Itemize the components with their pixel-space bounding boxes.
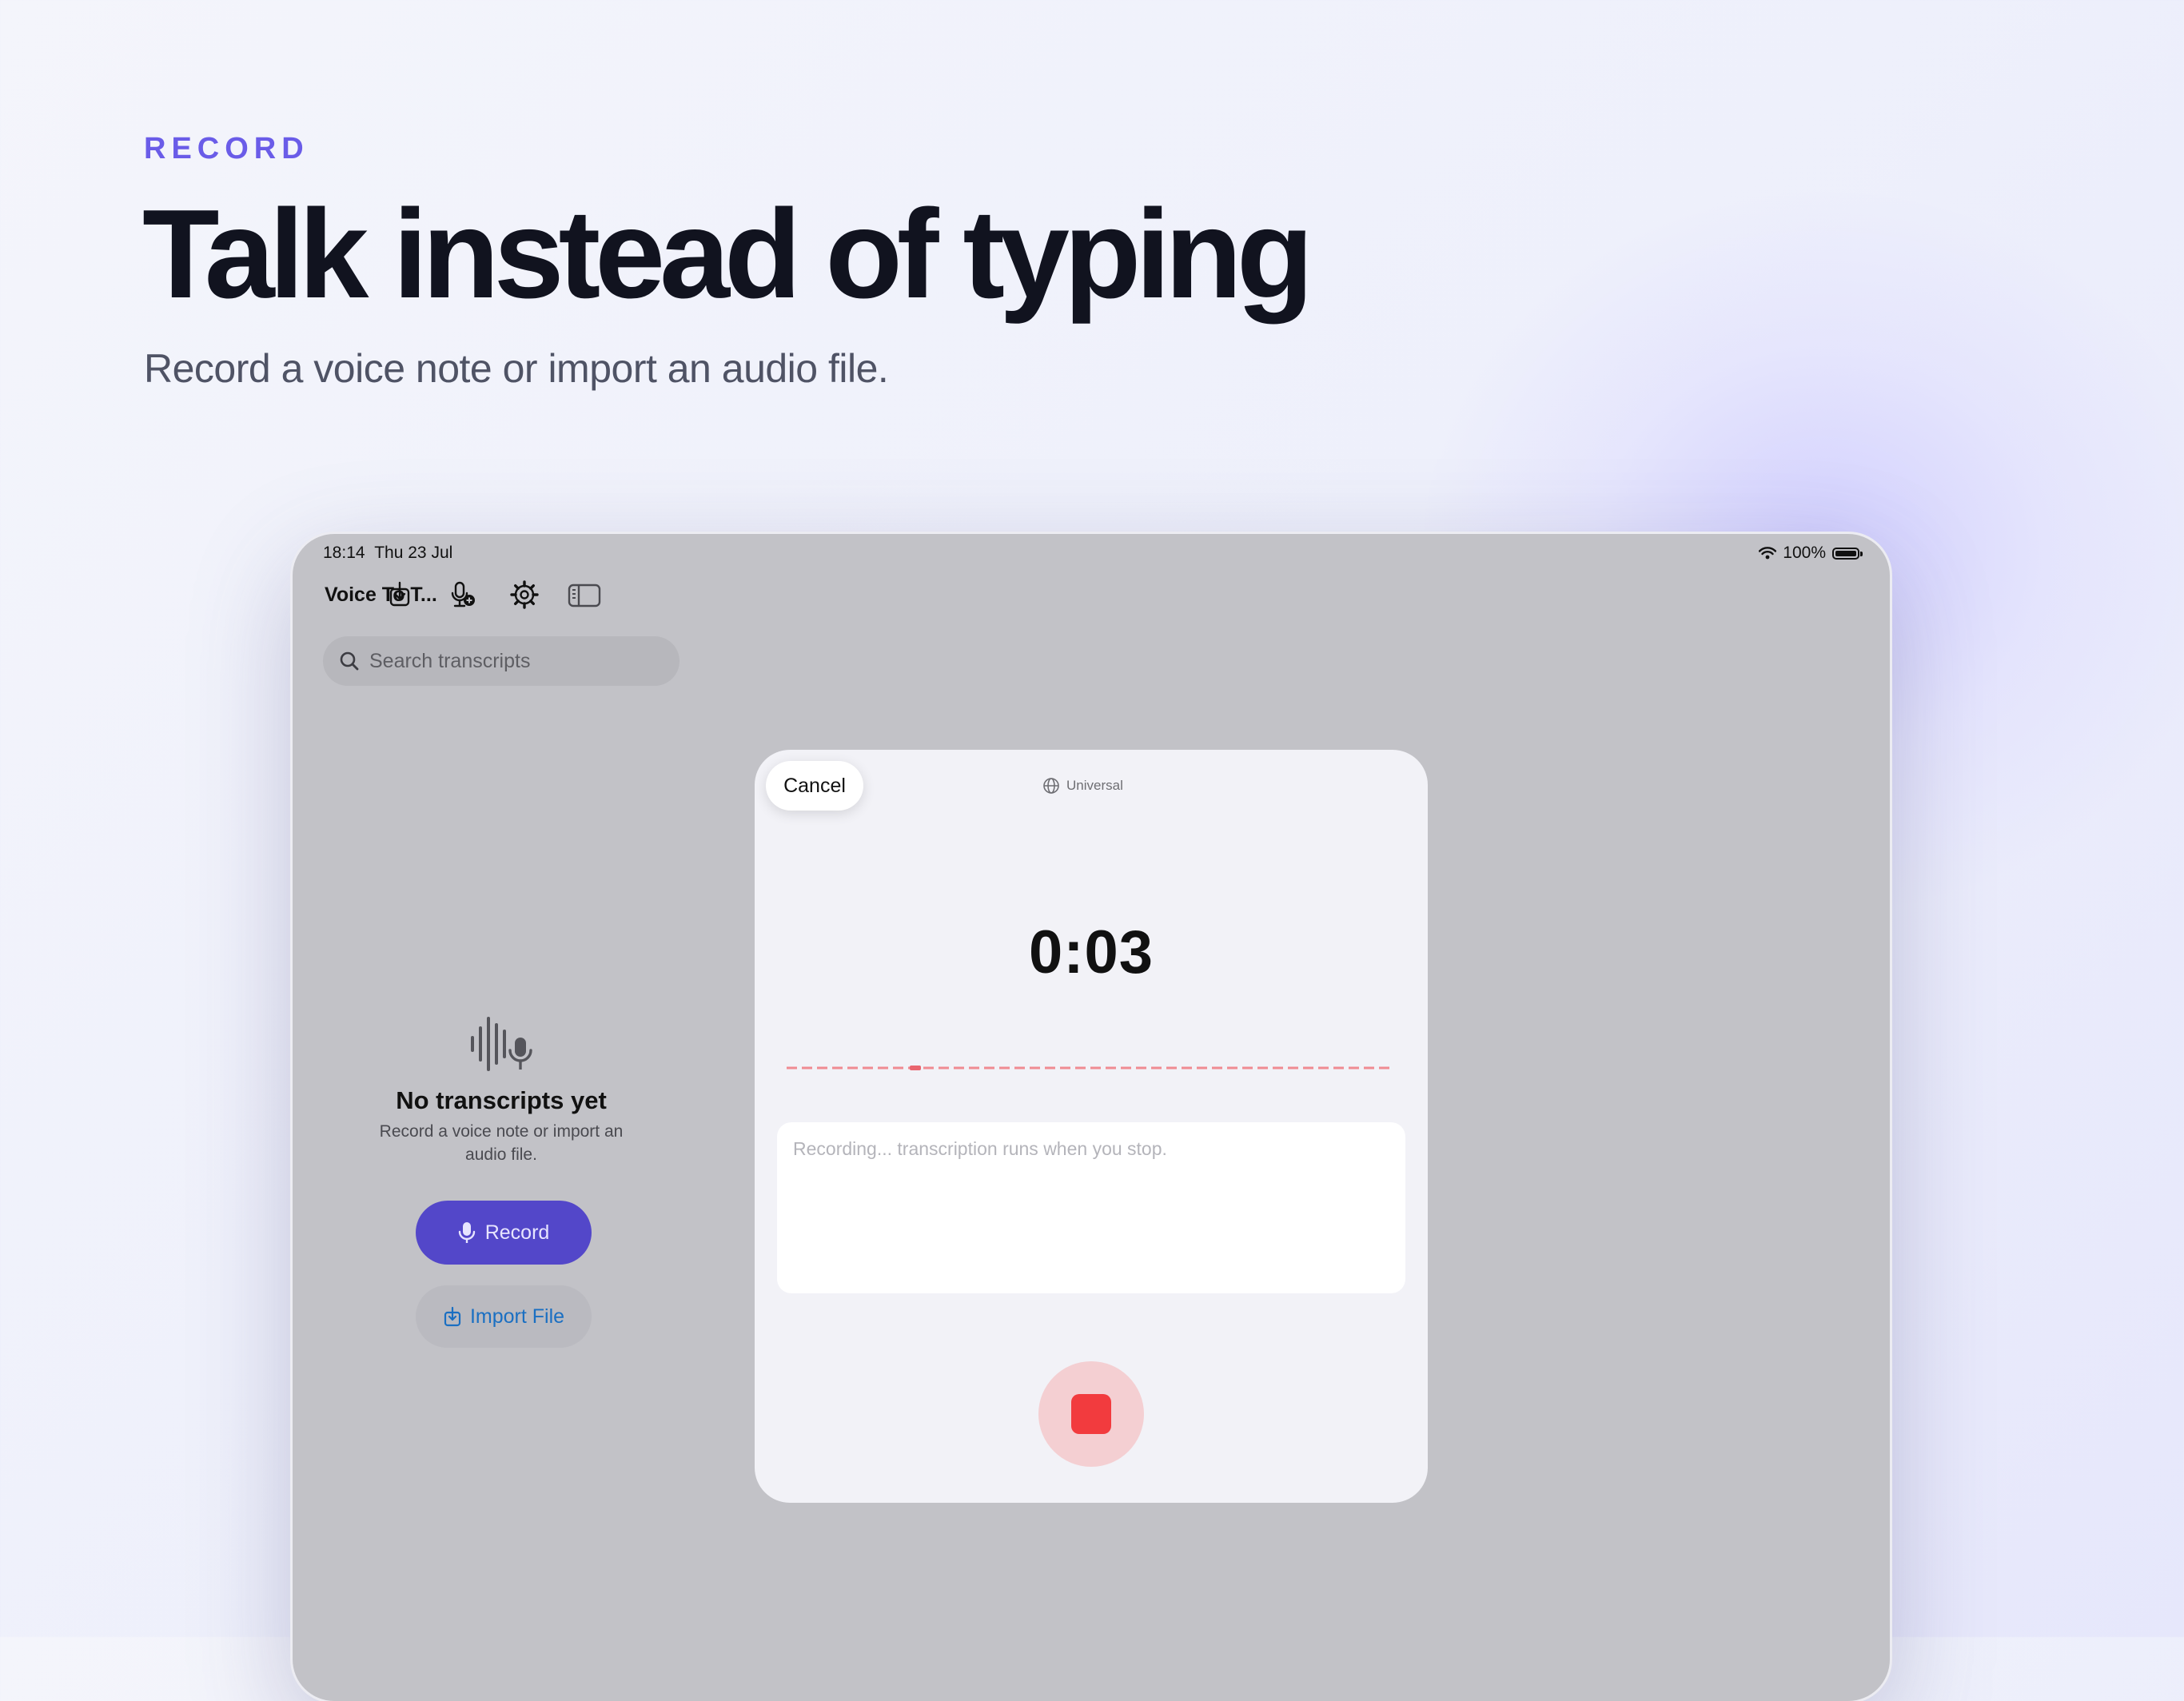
app-title: Voice To T... [325, 584, 437, 606]
live-transcript-box: Recording... transcription runs when you… [777, 1122, 1405, 1293]
mic-icon [458, 1222, 475, 1243]
ipad-screen: 18:14 Thu 23 Jul 100% Voice To T... Sear… [293, 534, 1890, 1701]
status-date: Thu 23 Jul [374, 544, 453, 562]
audio-level-waveform [787, 1066, 1394, 1070]
import-file-button[interactable]: Import File [416, 1285, 592, 1348]
battery-percent: 100% [1783, 544, 1826, 562]
search-icon [340, 651, 359, 671]
subheadline: Record a voice note or import an audio f… [144, 346, 889, 391]
import-icon[interactable] [384, 579, 416, 611]
search-placeholder: Search transcripts [369, 649, 531, 672]
language-label: Universal [1066, 778, 1123, 793]
stop-icon [1071, 1394, 1111, 1434]
mic-plus-icon[interactable] [446, 579, 478, 611]
record-button-label: Record [484, 1221, 550, 1244]
empty-state: No transcripts yet Record a voice note o… [323, 1014, 680, 1166]
status-time-date: 18:14 Thu 23 Jul [323, 544, 452, 563]
eyebrow-label: RECORD [144, 132, 309, 165]
gear-icon[interactable] [508, 579, 540, 611]
search-field[interactable]: Search transcripts [323, 636, 680, 686]
empty-state-title: No transcripts yet [396, 1086, 607, 1114]
empty-state-subtitle: Record a voice note or import an audio f… [379, 1122, 624, 1164]
cancel-button[interactable]: Cancel [766, 761, 863, 811]
sidebar-toggle-icon[interactable] [566, 579, 603, 611]
stop-recording-button[interactable] [1038, 1361, 1144, 1467]
recording-timer: 0:03 [1028, 918, 1154, 986]
wifi-icon [1759, 547, 1777, 560]
language-selector[interactable]: Universal [1042, 777, 1123, 795]
battery-icon [1832, 547, 1863, 560]
globe-icon [1043, 778, 1059, 794]
record-button[interactable]: Record [416, 1201, 592, 1265]
status-right: 100% [1759, 544, 1863, 563]
transcript-placeholder: Recording... transcription runs when you… [793, 1138, 1167, 1159]
waveform-mic-icon [471, 1017, 532, 1071]
headline: Talk instead of typing [142, 184, 1313, 325]
status-time: 18:14 [323, 544, 365, 562]
import-file-icon [444, 1306, 461, 1327]
recording-sheet: Cancel Universal 0:03 Recording... trans… [755, 750, 1428, 1503]
import-file-label: Import File [469, 1305, 565, 1328]
